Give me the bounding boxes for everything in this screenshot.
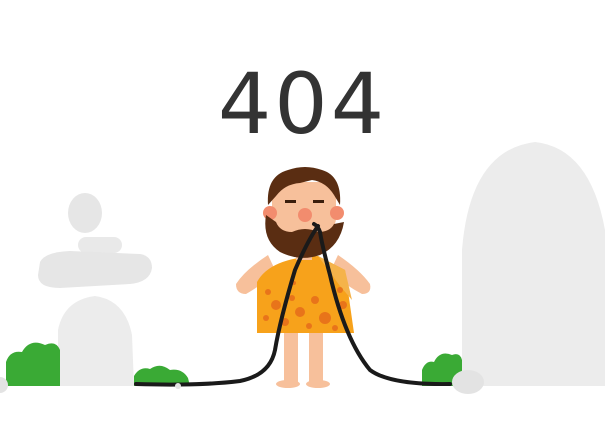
large-rock-icon — [462, 142, 605, 386]
pebble-small-icon — [175, 383, 181, 389]
scene-illustration — [0, 142, 605, 435]
caveman-icon — [236, 167, 371, 388]
error-page: 404 — [0, 0, 605, 435]
partial-message-text — [0, 424, 605, 435]
